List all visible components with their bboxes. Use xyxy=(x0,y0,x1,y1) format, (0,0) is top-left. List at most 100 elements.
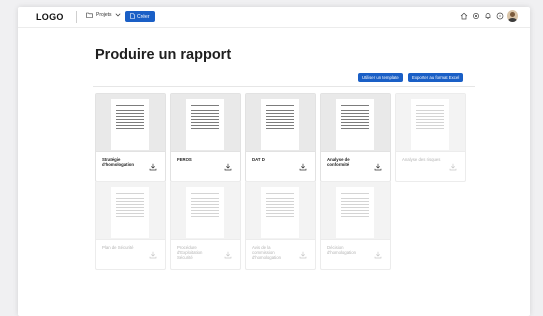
text-line xyxy=(341,105,369,106)
text-line xyxy=(341,204,369,205)
text-line xyxy=(266,125,294,126)
download-icon xyxy=(374,246,382,259)
document-label: Décision d'homologation xyxy=(327,245,357,256)
text-line xyxy=(416,125,444,126)
text-line xyxy=(266,204,294,205)
document-label: Plan de Sécurité xyxy=(102,245,134,250)
document-page-preview xyxy=(261,187,299,238)
document-card: Décision d'homologation xyxy=(320,181,391,270)
document-page-preview xyxy=(261,99,299,150)
document-page-preview xyxy=(186,187,224,238)
download-icon xyxy=(449,158,457,171)
download-icon xyxy=(224,246,232,259)
text-line xyxy=(266,193,294,194)
text-line xyxy=(116,193,144,194)
create-button[interactable]: Créer xyxy=(125,11,155,22)
text-line xyxy=(341,128,369,129)
text-line xyxy=(416,113,444,114)
text-line xyxy=(191,216,219,217)
projects-label: Projets xyxy=(96,12,112,18)
text-line xyxy=(341,210,369,211)
text-line xyxy=(416,105,444,106)
document-label: Avis de la commission d'homologation xyxy=(252,245,282,261)
text-line xyxy=(116,213,144,214)
document-thumbnail xyxy=(396,94,465,152)
document-thumbnail xyxy=(246,182,315,240)
text-line xyxy=(191,207,219,208)
text-line xyxy=(191,110,219,111)
text-line xyxy=(341,198,369,199)
text-line xyxy=(416,119,444,120)
document-thumbnail xyxy=(171,94,240,152)
text-line xyxy=(191,125,219,126)
text-line xyxy=(341,193,369,194)
notification-icon[interactable] xyxy=(483,12,492,21)
document-label: DAT D xyxy=(252,157,265,162)
document-page-preview xyxy=(111,187,149,238)
document-card: Plan de Sécurité xyxy=(95,181,166,270)
user-avatar[interactable] xyxy=(507,10,518,22)
text-line xyxy=(116,122,144,123)
text-line xyxy=(416,116,444,117)
text-line xyxy=(341,216,369,217)
document-thumbnail xyxy=(96,94,165,152)
document-label: FEROS xyxy=(177,157,192,162)
text-line xyxy=(341,110,369,111)
text-line xyxy=(191,113,219,114)
document-page-preview xyxy=(186,99,224,150)
text-line xyxy=(266,210,294,211)
settings-icon[interactable] xyxy=(471,12,480,21)
document-card[interactable]: Analyse de conformité xyxy=(320,93,391,182)
document-thumbnail xyxy=(96,182,165,240)
document-card[interactable]: Stratégie d'homologation xyxy=(95,93,166,182)
text-line xyxy=(266,110,294,111)
document-thumbnail xyxy=(321,182,390,240)
logo[interactable]: LOGO xyxy=(36,12,64,22)
text-line xyxy=(116,128,144,129)
document-card[interactable]: DAT D xyxy=(245,93,316,182)
download-icon[interactable] xyxy=(299,158,307,171)
download-icon[interactable] xyxy=(224,158,232,171)
document-label: Analyse de conformité xyxy=(327,157,350,168)
text-line xyxy=(191,105,219,106)
document-thumbnail xyxy=(246,94,315,152)
text-line xyxy=(116,116,144,117)
text-line xyxy=(116,119,144,120)
text-line xyxy=(266,113,294,114)
projects-menu[interactable]: Projets xyxy=(86,12,121,18)
home-icon[interactable] xyxy=(459,12,468,21)
text-line xyxy=(191,198,219,199)
document-page-preview xyxy=(411,99,449,150)
text-line xyxy=(191,210,219,211)
text-line xyxy=(341,125,369,126)
text-line xyxy=(266,216,294,217)
document-page-preview xyxy=(336,187,374,238)
chevron-down-icon xyxy=(115,13,121,17)
use-template-button[interactable]: Utiliser un template xyxy=(358,73,403,82)
text-line xyxy=(116,210,144,211)
text-line xyxy=(116,201,144,202)
text-line xyxy=(116,113,144,114)
text-line xyxy=(266,105,294,106)
help-icon[interactable] xyxy=(495,12,504,21)
create-label: Créer xyxy=(137,13,150,20)
header-divider xyxy=(93,86,475,87)
text-line xyxy=(266,128,294,129)
export-excel-button[interactable]: Exporter au format Excel xyxy=(408,73,464,82)
text-line xyxy=(341,201,369,202)
text-line xyxy=(266,201,294,202)
download-icon[interactable] xyxy=(149,158,157,171)
download-icon[interactable] xyxy=(374,158,382,171)
text-line xyxy=(341,122,369,123)
text-line xyxy=(416,122,444,123)
text-line xyxy=(416,128,444,129)
text-line xyxy=(266,122,294,123)
text-line xyxy=(191,128,219,129)
document-label: Analyse des risques xyxy=(402,157,441,162)
text-line xyxy=(116,125,144,126)
text-line xyxy=(266,116,294,117)
text-line xyxy=(266,119,294,120)
page-title: Produire un rapport xyxy=(95,47,232,63)
document-card[interactable]: FEROS xyxy=(170,93,241,182)
document-card: Procédure d'Exploitation Sécurité xyxy=(170,181,241,270)
